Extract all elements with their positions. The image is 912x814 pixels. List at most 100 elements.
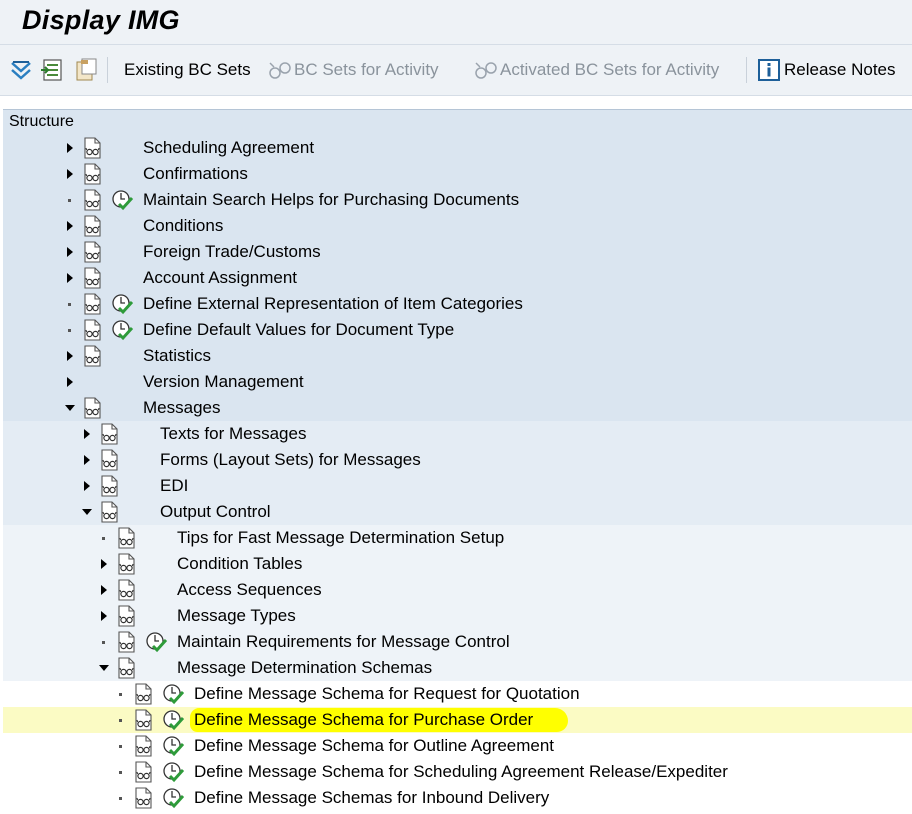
tree-node[interactable]: Foreign Trade/Customs bbox=[3, 239, 912, 265]
documentation-icon[interactable] bbox=[134, 787, 154, 809]
tree-node-label[interactable]: Access Sequences bbox=[177, 580, 322, 600]
tree-node-label[interactable]: Define Message Schemas for Inbound Deliv… bbox=[194, 788, 549, 808]
tree-node-label[interactable]: Define Message Schema for Outline Agreem… bbox=[194, 736, 554, 756]
tree-node[interactable]: Forms (Layout Sets) for Messages bbox=[3, 447, 912, 473]
tree-node-label[interactable]: Maintain Search Helps for Purchasing Doc… bbox=[143, 190, 519, 210]
expand-node-icon[interactable] bbox=[67, 273, 73, 283]
tree-node[interactable]: Scheduling Agreement bbox=[3, 135, 912, 161]
tree-node[interactable]: Output Control bbox=[3, 499, 912, 525]
tree-node[interactable]: Message Determination Schemas bbox=[3, 655, 912, 681]
documentation-icon[interactable] bbox=[83, 293, 103, 315]
tree-node[interactable]: Define Message Schemas for Inbound Deliv… bbox=[3, 785, 912, 811]
tree-node-label[interactable]: Message Types bbox=[177, 606, 296, 626]
tree-node-label[interactable]: Condition Tables bbox=[177, 554, 302, 574]
expand-node-icon[interactable] bbox=[101, 611, 107, 621]
documentation-icon[interactable] bbox=[83, 215, 103, 237]
tree-node-label[interactable]: Message Determination Schemas bbox=[177, 658, 432, 678]
documentation-icon[interactable] bbox=[117, 527, 137, 549]
tree-node-label[interactable]: Texts for Messages bbox=[160, 424, 306, 444]
find-button[interactable] bbox=[41, 57, 65, 83]
documentation-icon[interactable] bbox=[83, 345, 103, 367]
tree-node-label[interactable]: Define Message Schema for Scheduling Agr… bbox=[194, 762, 728, 782]
documentation-icon[interactable] bbox=[117, 657, 137, 679]
tree-node-label[interactable]: Statistics bbox=[143, 346, 211, 366]
execute-activity-icon[interactable] bbox=[111, 189, 134, 211]
tree-node[interactable]: EDI bbox=[3, 473, 912, 499]
execute-activity-icon[interactable] bbox=[162, 683, 185, 705]
expand-node-icon[interactable] bbox=[84, 429, 90, 439]
tree-node-label[interactable]: Confirmations bbox=[143, 164, 248, 184]
tree-node-label[interactable]: Define External Representation of Item C… bbox=[143, 294, 523, 314]
tree-node-label[interactable]: Define Message Schema for Purchase Order bbox=[194, 710, 533, 730]
tree-node-label[interactable]: Scheduling Agreement bbox=[143, 138, 314, 158]
expand-node-icon[interactable] bbox=[67, 247, 73, 257]
expand-node-icon[interactable] bbox=[67, 169, 73, 179]
expand-node-icon[interactable] bbox=[101, 585, 107, 595]
tree-node-label[interactable]: Foreign Trade/Customs bbox=[143, 242, 321, 262]
collapse-node-icon[interactable] bbox=[65, 405, 75, 411]
execute-activity-icon[interactable] bbox=[162, 787, 185, 809]
expand-node-icon[interactable] bbox=[101, 559, 107, 569]
note-button[interactable] bbox=[74, 57, 98, 83]
tree-node-label[interactable]: Version Management bbox=[143, 372, 304, 392]
documentation-icon[interactable] bbox=[134, 709, 154, 731]
documentation-icon[interactable] bbox=[100, 475, 120, 497]
tree-node-label[interactable]: Account Assignment bbox=[143, 268, 297, 288]
tree-node[interactable]: Maintain Requirements for Message Contro… bbox=[3, 629, 912, 655]
documentation-icon[interactable] bbox=[117, 605, 137, 627]
tree-node[interactable]: Statistics bbox=[3, 343, 912, 369]
documentation-icon[interactable] bbox=[83, 267, 103, 289]
execute-activity-icon[interactable] bbox=[162, 761, 185, 783]
documentation-icon[interactable] bbox=[100, 423, 120, 445]
documentation-icon[interactable] bbox=[83, 241, 103, 263]
tree-node-label[interactable]: Conditions bbox=[143, 216, 223, 236]
expand-node-icon[interactable] bbox=[67, 377, 73, 387]
documentation-icon[interactable] bbox=[117, 579, 137, 601]
documentation-icon[interactable] bbox=[83, 163, 103, 185]
documentation-icon[interactable] bbox=[134, 735, 154, 757]
tree-node-label[interactable]: EDI bbox=[160, 476, 188, 496]
tree-node-label[interactable]: Forms (Layout Sets) for Messages bbox=[160, 450, 421, 470]
execute-activity-icon[interactable] bbox=[162, 709, 185, 731]
tree-node-label[interactable]: Messages bbox=[143, 398, 220, 418]
tree-node-label[interactable]: Define Message Schema for Request for Qu… bbox=[194, 684, 580, 704]
expand-node-icon[interactable] bbox=[67, 143, 73, 153]
tree-node-label[interactable]: Tips for Fast Message Determination Setu… bbox=[177, 528, 504, 548]
tree-node[interactable]: Define Message Schema for Scheduling Agr… bbox=[3, 759, 912, 785]
tree-node[interactable]: Tips for Fast Message Determination Setu… bbox=[3, 525, 912, 551]
tree-node[interactable]: Access Sequences bbox=[3, 577, 912, 603]
tree-node[interactable]: Version Management bbox=[3, 369, 912, 395]
documentation-icon[interactable] bbox=[117, 631, 137, 653]
tree-node[interactable]: Maintain Search Helps for Purchasing Doc… bbox=[3, 187, 912, 213]
existing-bc-sets-button[interactable]: Existing BC Sets bbox=[124, 57, 251, 83]
tree-node[interactable]: Define Message Schema for Request for Qu… bbox=[3, 681, 912, 707]
tree-node[interactable]: Conditions bbox=[3, 213, 912, 239]
collapse-node-icon[interactable] bbox=[82, 509, 92, 515]
tree-node[interactable]: Messages bbox=[3, 395, 912, 421]
documentation-icon[interactable] bbox=[83, 319, 103, 341]
activated-bc-sets-button[interactable]: Activated BC Sets for Activity bbox=[474, 57, 719, 83]
expand-subtree-button[interactable] bbox=[10, 57, 32, 83]
expand-node-icon[interactable] bbox=[84, 455, 90, 465]
collapse-node-icon[interactable] bbox=[99, 665, 109, 671]
documentation-icon[interactable] bbox=[83, 189, 103, 211]
documentation-icon[interactable] bbox=[100, 449, 120, 471]
execute-activity-icon[interactable] bbox=[111, 319, 134, 341]
expand-node-icon[interactable] bbox=[67, 351, 73, 361]
execute-activity-icon[interactable] bbox=[111, 293, 134, 315]
expand-node-icon[interactable] bbox=[67, 221, 73, 231]
tree-node[interactable]: Define Message Schema for Purchase Order bbox=[3, 707, 912, 733]
documentation-icon[interactable] bbox=[83, 397, 103, 419]
documentation-icon[interactable] bbox=[100, 501, 120, 523]
expand-node-icon[interactable] bbox=[84, 481, 90, 491]
bc-sets-for-activity-button[interactable]: BC Sets for Activity bbox=[268, 57, 439, 83]
documentation-icon[interactable] bbox=[134, 683, 154, 705]
tree-node[interactable]: Texts for Messages bbox=[3, 421, 912, 447]
documentation-icon[interactable] bbox=[134, 761, 154, 783]
execute-activity-icon[interactable] bbox=[162, 735, 185, 757]
tree-node[interactable]: Account Assignment bbox=[3, 265, 912, 291]
tree-node[interactable]: Message Types bbox=[3, 603, 912, 629]
tree-node[interactable]: Define External Representation of Item C… bbox=[3, 291, 912, 317]
tree-node-label[interactable]: Maintain Requirements for Message Contro… bbox=[177, 632, 510, 652]
tree-node-label[interactable]: Define Default Values for Document Type bbox=[143, 320, 454, 340]
